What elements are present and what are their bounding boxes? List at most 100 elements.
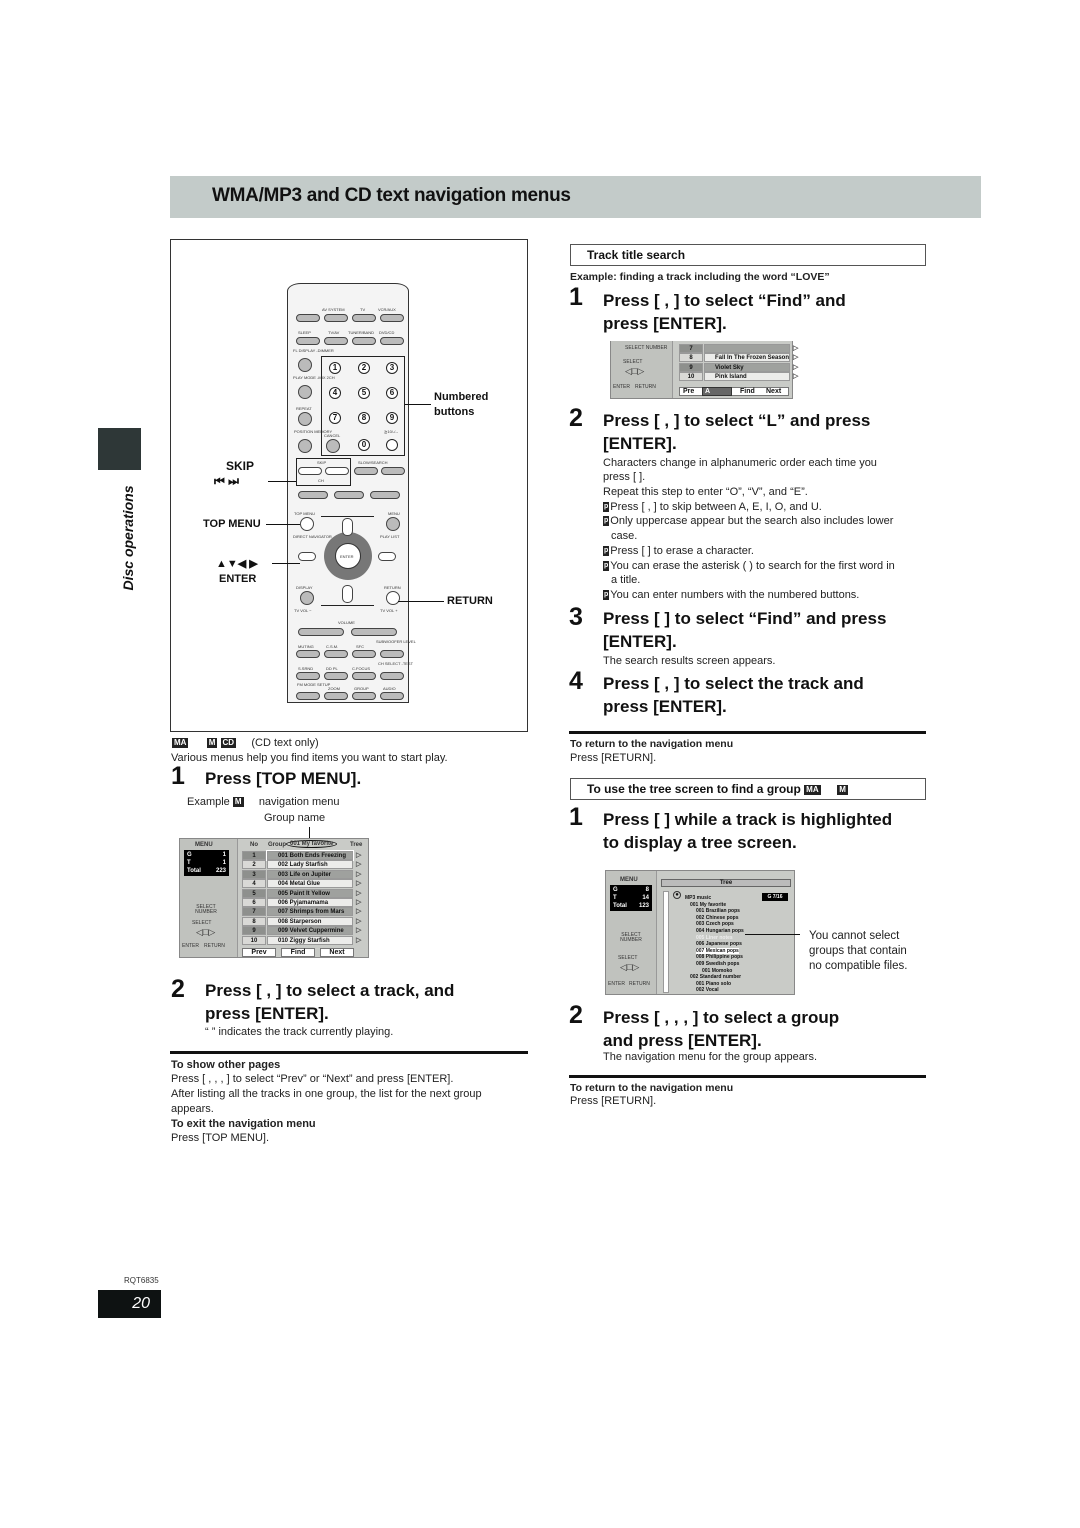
power-button[interactable] xyxy=(296,314,320,322)
subwoofer-level-button[interactable] xyxy=(380,650,404,658)
slow-search-rew-button[interactable] xyxy=(354,467,378,475)
tv-av-button[interactable] xyxy=(324,337,348,345)
csm-button[interactable] xyxy=(324,650,348,658)
tree-scrollbar[interactable] xyxy=(663,891,669,993)
remote-label: CH xyxy=(318,478,324,483)
sfc-button[interactable] xyxy=(352,650,376,658)
step-heading: press [ENTER]. xyxy=(603,697,727,716)
ten-plus-button[interactable] xyxy=(386,439,398,451)
skip-next-button[interactable] xyxy=(325,467,349,475)
right-button[interactable] xyxy=(378,552,396,561)
remote-label: MENU xyxy=(388,511,400,516)
search-input[interactable]: A xyxy=(702,387,732,396)
tree-item[interactable]: 009 Swedish pops xyxy=(696,961,739,967)
down-button[interactable] xyxy=(342,585,353,603)
tree-item[interactable]: 001 Piano solo xyxy=(696,981,731,987)
left-button[interactable] xyxy=(298,552,316,561)
tree-item[interactable]: 003 Czech pops xyxy=(696,921,734,927)
screen-side-panel: MENU G 8 T 14 Total 123 SELECT NUMBER SE… xyxy=(606,871,657,994)
find-button[interactable]: Find xyxy=(281,948,315,957)
enter-button[interactable]: ENTER xyxy=(335,543,361,569)
number-button-9[interactable]: 9 xyxy=(386,412,398,424)
slow-search-ff-button[interactable] xyxy=(381,467,405,475)
total-label: Total xyxy=(613,903,627,909)
select-number-label: SELECT NUMBER xyxy=(195,904,217,915)
number-button-3[interactable]: 3 xyxy=(386,362,398,374)
step-note: The search results screen appears. xyxy=(603,655,776,667)
prev-button[interactable]: Prev xyxy=(242,948,276,957)
remote-label: ≧10/-/-- xyxy=(384,429,399,434)
number-button-8[interactable]: 8 xyxy=(358,412,370,424)
tree-arrow-icon: ▷ xyxy=(356,908,362,916)
tv-button[interactable] xyxy=(352,314,376,322)
up-button[interactable] xyxy=(342,518,353,536)
tree-item[interactable]: 001 Momoko xyxy=(702,968,732,974)
bullet-text: Press [ ] to erase a character. xyxy=(610,545,754,557)
next-button[interactable]: Next xyxy=(766,388,781,395)
play-button[interactable] xyxy=(370,491,400,499)
skip-prev-button[interactable] xyxy=(298,467,322,475)
tree-item[interactable]: 001 My favorite xyxy=(690,902,726,908)
side-label: Disc operations xyxy=(118,480,138,600)
prev-button[interactable]: Pre xyxy=(683,388,694,395)
volume-down-button[interactable] xyxy=(298,628,344,636)
number-button-7[interactable]: 7 xyxy=(329,412,341,424)
return-button[interactable] xyxy=(386,591,400,605)
number-button-6[interactable]: 6 xyxy=(386,387,398,399)
vcr-aux-button[interactable] xyxy=(380,314,404,322)
display-button[interactable] xyxy=(300,591,314,605)
step-note: The navigation menu for the group appear… xyxy=(603,1051,818,1063)
repeat-button[interactable] xyxy=(298,412,312,426)
audio-button[interactable] xyxy=(380,692,404,700)
tree-item[interactable]: 007 Mexican pops xyxy=(696,947,739,954)
step-heading: to display a tree screen. xyxy=(603,833,797,852)
group-button[interactable] xyxy=(352,692,376,700)
pause-button[interactable] xyxy=(334,491,364,499)
dolby-pl-button[interactable] xyxy=(324,672,348,680)
number-button-1[interactable]: 1 xyxy=(329,362,341,374)
volume-up-button[interactable] xyxy=(351,628,397,636)
sleep-button[interactable] xyxy=(296,337,320,345)
stop-button[interactable] xyxy=(298,491,328,499)
tree-item[interactable]: 002 Vocal xyxy=(696,987,719,993)
number-button-0[interactable]: 0 xyxy=(358,439,370,451)
number-button-2[interactable]: 2 xyxy=(358,362,370,374)
number-button-4[interactable]: 4 xyxy=(329,387,341,399)
fm-mode-setup-button[interactable] xyxy=(296,692,320,700)
tree-item[interactable]: 005 Liner notes xyxy=(696,935,733,941)
next-button[interactable]: Next xyxy=(320,948,354,957)
tree-item[interactable]: MP3 music xyxy=(685,895,711,901)
remote-label: DISPLAY xyxy=(296,585,313,590)
zoom-button[interactable] xyxy=(324,692,348,700)
tree-item[interactable]: 002 Chinese pops xyxy=(696,915,739,921)
ch-select-button[interactable] xyxy=(380,672,404,680)
remote-label: SLOW/SEARCH xyxy=(358,460,388,465)
remote-label: SFC xyxy=(356,644,364,649)
remote-label: C.S.M. xyxy=(326,644,339,649)
number-button-5[interactable]: 5 xyxy=(358,387,370,399)
step-heading: Press [ , ] to select “Find” and xyxy=(603,291,846,310)
track-number: 9 xyxy=(242,926,266,936)
tree-item[interactable]: 008 Philippine pops xyxy=(696,954,743,960)
top-menu-button[interactable] xyxy=(300,517,314,531)
s-srnd-button[interactable] xyxy=(296,672,320,680)
tree-item[interactable]: 001 Brazilian pops xyxy=(696,908,740,914)
track-number: 10 xyxy=(242,935,266,945)
remote-label: SLEEP xyxy=(298,330,311,335)
tuner-band-button[interactable] xyxy=(352,337,376,345)
dvd-cd-button[interactable] xyxy=(380,337,404,345)
tree-item[interactable]: 004 Hungarian pops xyxy=(696,928,744,934)
menu-button[interactable] xyxy=(386,517,400,531)
find-button[interactable]: Find xyxy=(740,388,755,395)
position-memory-button[interactable] xyxy=(298,439,312,453)
step-number: 4 xyxy=(569,667,583,695)
fl-display-button[interactable] xyxy=(298,358,312,372)
tree-item[interactable]: 002 Standard number xyxy=(690,974,741,980)
tree-item[interactable]: 006 Japanese pops xyxy=(696,941,742,947)
muting-button[interactable] xyxy=(296,650,320,658)
return-label: RETURN xyxy=(635,384,656,390)
av-system-button[interactable] xyxy=(324,314,348,322)
c-focus-button[interactable] xyxy=(352,672,376,680)
step-heading: Press [ , ] to select the track and xyxy=(603,674,864,693)
play-mode-button[interactable] xyxy=(298,385,312,399)
